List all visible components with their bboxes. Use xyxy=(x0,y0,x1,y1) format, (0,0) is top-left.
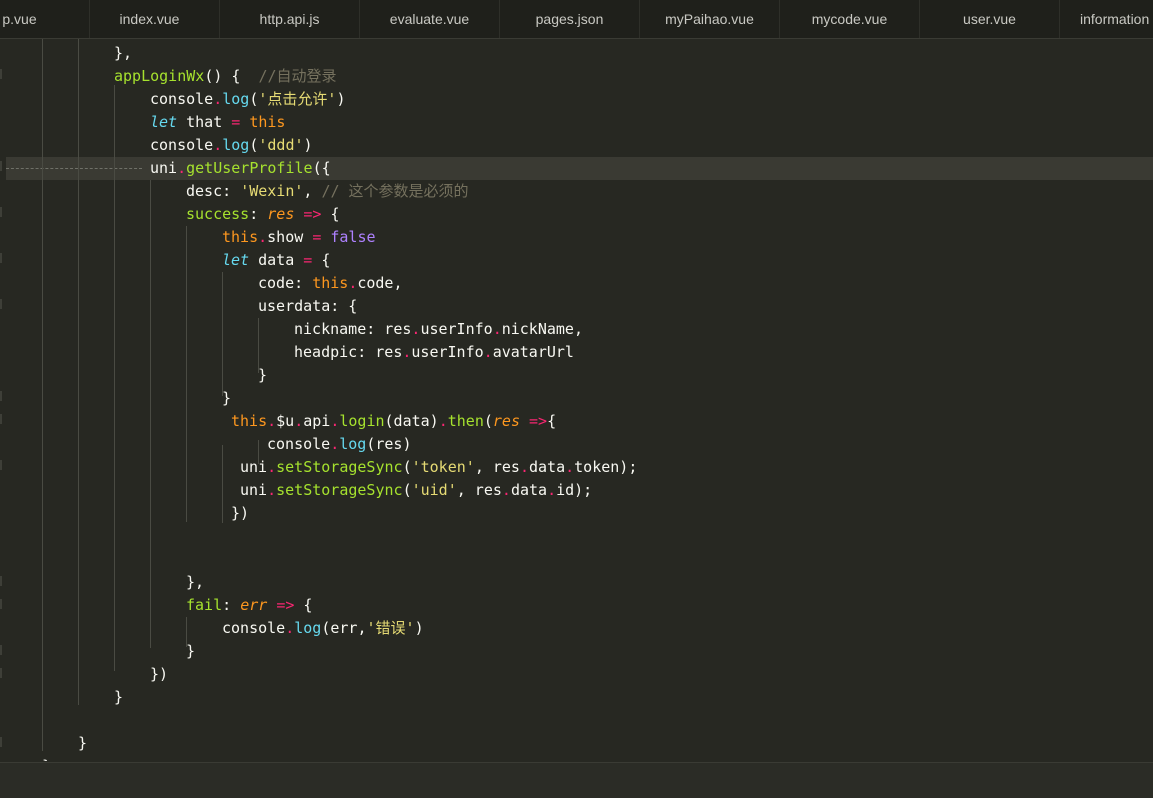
code-editor[interactable]: }, appLoginWx() { //自动登录 console.log('点击… xyxy=(0,39,1153,761)
code-line: } xyxy=(78,734,88,752)
code-line: } xyxy=(114,688,124,706)
tab-pages-json[interactable]: pages.json xyxy=(500,0,640,38)
code-line: desc: 'Wexin', // 这个参数是必须的 xyxy=(186,182,469,200)
indent-guide xyxy=(150,180,151,648)
code-line: uni.setStorageSync('uid', res.data.id); xyxy=(240,481,593,499)
code-line: fail: err => { xyxy=(186,596,313,614)
tab-mycode-vue[interactable]: mycode.vue xyxy=(780,0,920,38)
code-line: appLoginWx() { //自动登录 xyxy=(114,67,337,85)
code-line: nickname: res.userInfo.nickName, xyxy=(294,320,583,338)
code-line: } xyxy=(258,366,268,384)
indent-guide xyxy=(42,39,43,751)
indent-guide xyxy=(78,39,79,705)
tab-http-api-js[interactable]: http.api.js xyxy=(220,0,360,38)
code-line: code: this.code, xyxy=(258,274,403,292)
code-line: }) xyxy=(231,504,250,522)
code-line: console.log('点击允许') xyxy=(150,90,346,108)
indent-guide xyxy=(222,272,223,396)
code-line: uni.setStorageSync('token', res.data.tok… xyxy=(240,458,638,476)
code-line: headpic: res.userInfo.avatarUrl xyxy=(294,343,574,361)
editor-tab-bar: p.vue index.vue http.api.js evaluate.vue… xyxy=(0,0,1153,39)
code-line: let that = this xyxy=(150,113,286,131)
status-bar xyxy=(0,762,1153,798)
indent-guide xyxy=(114,85,115,671)
tab-index-vue[interactable]: index.vue xyxy=(80,0,220,38)
code-line: userdata: { xyxy=(258,297,358,315)
code-line: } xyxy=(42,755,51,761)
indent-guide xyxy=(186,226,187,522)
tab-app-vue[interactable]: p.vue xyxy=(0,0,90,38)
code-line: }) xyxy=(150,665,169,683)
code-line: this.show = false xyxy=(222,228,376,246)
code-line: let data = { xyxy=(222,251,331,269)
gutter-fold-markers xyxy=(0,39,4,761)
tab-information[interactable]: information xyxy=(1060,0,1153,38)
code-line: } xyxy=(186,642,196,660)
tab-mypaihao-vue[interactable]: myPaihao.vue xyxy=(640,0,780,38)
tab-user-vue[interactable]: user.vue xyxy=(920,0,1060,38)
code-line: success: res => { xyxy=(186,205,340,223)
code-line: uni.getUserProfile({ xyxy=(150,159,331,177)
whitespace-marker xyxy=(6,168,142,169)
indent-guide xyxy=(222,445,223,523)
code-line: this.$u.api.login(data).then(res =>{ xyxy=(231,412,557,430)
code-line: }, xyxy=(114,44,133,62)
tab-evaluate-vue[interactable]: evaluate.vue xyxy=(360,0,500,38)
code-line: console.log(err,'错误') xyxy=(222,619,424,637)
code-line: }, xyxy=(186,573,205,591)
code-line: console.log('ddd') xyxy=(150,136,313,154)
code-line: } xyxy=(222,389,232,407)
code-line: console.log(res) xyxy=(267,435,412,453)
